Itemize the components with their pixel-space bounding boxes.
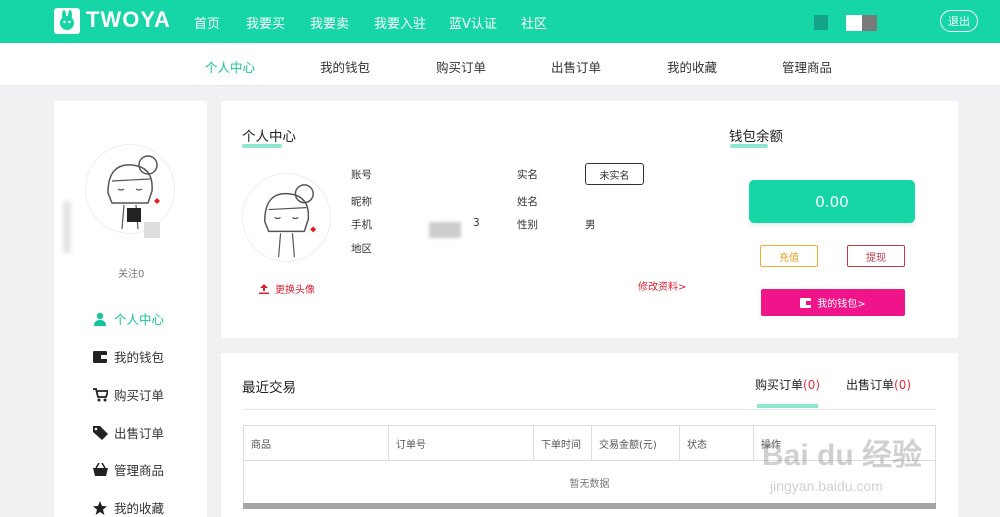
sidebar-item-favorites[interactable]: 我的收藏 <box>92 498 164 517</box>
horizontal-scrollbar[interactable] <box>243 503 936 509</box>
charge-button[interactable]: 充值 <box>760 245 818 267</box>
follow-count[interactable]: 关注0 <box>118 265 144 280</box>
profile-title-underline <box>242 144 282 148</box>
sidebar-item-wallet[interactable]: 我的钱包 <box>92 347 164 366</box>
nickname-label: 昵称 <box>351 196 372 208</box>
tab-label: 出售订单 <box>846 378 895 392</box>
subnav-manage-goods[interactable]: 管理商品 <box>782 57 832 76</box>
my-wallet-button[interactable]: 我的钱包> <box>761 289 905 316</box>
name-label: 姓名 <box>517 196 538 208</box>
sidebar-item-manage-goods[interactable]: 管理商品 <box>92 460 164 479</box>
topnav-sell[interactable]: 我要卖 <box>310 13 349 32</box>
column-header[interactable]: 订单号 <box>389 426 534 460</box>
sidebar-item-buy-orders[interactable]: 购买订单 <box>92 385 164 404</box>
change-avatar-button[interactable]: 更换头像 <box>259 281 315 296</box>
column-header[interactable]: 商品 <box>244 426 389 460</box>
tab-divider <box>243 409 936 410</box>
user-icon <box>92 312 108 326</box>
withdraw-button[interactable]: 提现 <box>847 245 905 267</box>
sidebar-item-label: 我的钱包 <box>114 350 165 365</box>
topnav-home[interactable]: 首页 <box>194 13 220 32</box>
my-wallet-label: 我的钱包> <box>817 299 866 310</box>
topnav-bluev[interactable]: 蓝V认证 <box>449 13 497 32</box>
redacted-block <box>144 222 160 238</box>
profile-card: 个人中心 更换头像 账号 昵称 手机 地区 3 实名 姓名 性别 男 未实名 修… <box>221 101 958 338</box>
change-avatar-label: 更换头像 <box>275 285 315 296</box>
topnav-join[interactable]: 我要入驻 <box>374 13 426 32</box>
gender-value: 男 <box>585 219 596 231</box>
tab-count: (0) <box>803 378 821 392</box>
topnav-community[interactable]: 社区 <box>521 13 547 32</box>
sidebar: 关注0 个人中心 我的钱包 购买订单 出售订单 管理商品 我的收藏 <box>54 101 207 517</box>
user-avatar-small[interactable] <box>814 15 828 30</box>
sidebar-item-label: 我的收藏 <box>114 501 165 516</box>
region-label: 地区 <box>351 243 372 255</box>
brand-name[interactable]: TWOYA <box>86 7 171 33</box>
tab-count: (0) <box>894 378 912 392</box>
sidebar-item-sell-orders[interactable]: 出售订单 <box>92 423 164 442</box>
wallet-title-underline <box>730 144 768 148</box>
sidebar-item-profile[interactable]: 个人中心 <box>92 309 164 328</box>
watermark-url: jingyan.baidu.com <box>770 478 883 494</box>
sub-nav: 个人中心 我的钱包 购买订单 出售订单 我的收藏 管理商品 <box>0 43 1000 86</box>
subnav-buy-orders[interactable]: 购买订单 <box>436 57 486 76</box>
tab-label: 购买订单 <box>755 378 804 392</box>
subnav-sell-orders[interactable]: 出售订单 <box>551 57 601 76</box>
tab-sell-orders[interactable]: 出售订单(0) <box>846 376 911 393</box>
redacted-phone <box>429 222 461 238</box>
watermark: Bai du 经验 <box>762 439 923 472</box>
sidebar-item-label: 管理商品 <box>114 463 165 478</box>
basket-icon <box>92 463 108 477</box>
account-label: 账号 <box>351 169 372 181</box>
sidebar-item-label: 个人中心 <box>114 312 165 327</box>
transactions-title: 最近交易 <box>242 380 296 396</box>
avatar[interactable] <box>243 174 330 261</box>
subnav-favorites[interactable]: 我的收藏 <box>667 57 717 76</box>
realname-status-button[interactable]: 未实名 <box>585 163 644 185</box>
phone-tail: 3 <box>473 217 480 229</box>
star-icon <box>92 500 108 515</box>
column-header[interactable]: 下单时间 <box>534 426 592 460</box>
upload-icon <box>259 283 269 294</box>
subnav-profile[interactable]: 个人中心 <box>205 57 255 76</box>
subnav-wallet[interactable]: 我的钱包 <box>320 57 370 76</box>
gender-label: 性别 <box>517 219 538 231</box>
wallet-balance: 0.00 <box>749 180 915 223</box>
tag-icon <box>92 425 108 440</box>
profile-title: 个人中心 <box>242 129 296 145</box>
wallet-icon <box>800 297 812 308</box>
cart-icon <box>92 387 108 402</box>
logo-icon[interactable] <box>54 8 80 34</box>
top-bar: TWOYA 首页 我要买 我要卖 我要入驻 蓝V认证 社区 退出 <box>0 0 1000 43</box>
sidebar-item-label: 出售订单 <box>114 426 165 441</box>
redacted-block <box>127 208 141 222</box>
active-tab-indicator <box>757 404 818 408</box>
realname-label: 实名 <box>517 169 538 181</box>
wallet-icon <box>92 350 108 364</box>
redacted-block <box>63 201 71 253</box>
topnav-buy[interactable]: 我要买 <box>246 13 285 32</box>
tab-buy-orders[interactable]: 购买订单(0) <box>755 376 820 393</box>
username-redacted[interactable] <box>846 15 862 31</box>
sidebar-item-label: 购买订单 <box>114 388 165 403</box>
edit-profile-link[interactable]: 修改资料> <box>638 278 686 293</box>
column-header[interactable]: 交易金额(元) <box>592 426 680 460</box>
column-header[interactable]: 状态 <box>680 426 754 460</box>
username-redacted-2 <box>862 15 877 31</box>
logout-button[interactable]: 退出 <box>940 10 978 32</box>
wallet-title: 钱包余额 <box>729 129 783 145</box>
phone-label: 手机 <box>351 219 372 231</box>
